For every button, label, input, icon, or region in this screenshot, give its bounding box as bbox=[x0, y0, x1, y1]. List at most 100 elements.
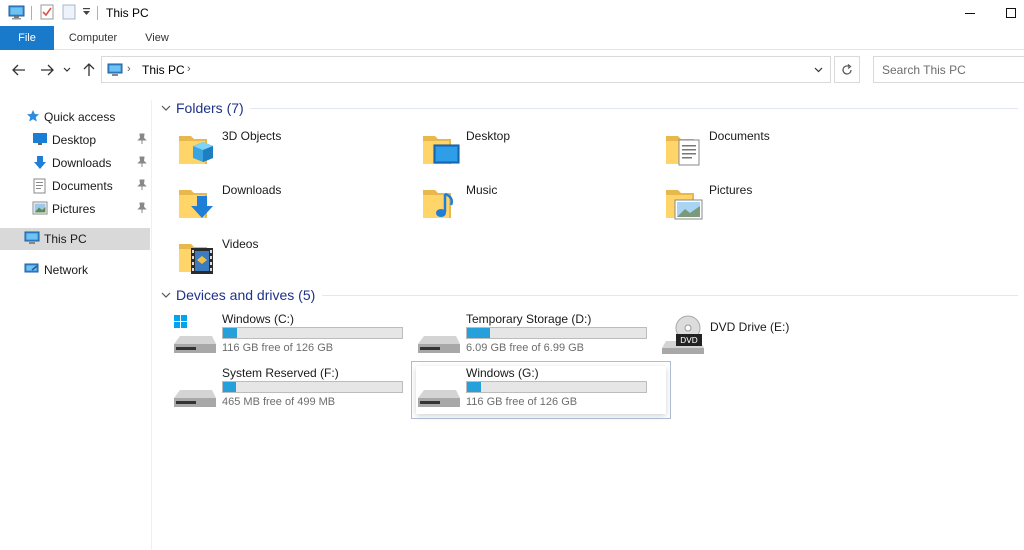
drive-usage-fill bbox=[223, 382, 236, 392]
this-pc-icon bbox=[24, 231, 40, 244]
address-bar[interactable]: › This PC › bbox=[101, 56, 831, 83]
chevron-down-icon bbox=[161, 292, 171, 298]
folder-desktop[interactable]: Desktop bbox=[421, 128, 641, 178]
section-title: Devices and drives (5) bbox=[176, 287, 316, 303]
drive-usage-bar bbox=[466, 381, 647, 393]
tab-view[interactable]: View bbox=[136, 26, 178, 50]
drive-temporary-storage-d[interactable]: Temporary Storage (D:) 6.09 GB free of 6… bbox=[416, 312, 666, 360]
drive-free-space: 465 MB free of 499 MB bbox=[222, 396, 336, 408]
drive-usage-fill bbox=[467, 328, 491, 338]
drive-windows-c[interactable]: Windows (C:) 116 GB free of 126 GB bbox=[172, 312, 422, 360]
navigation-row: › This PC › Search This PC bbox=[0, 56, 1024, 84]
address-dropdown-button[interactable] bbox=[806, 56, 830, 83]
sidebar-item-network[interactable]: Network bbox=[0, 259, 150, 281]
network-icon bbox=[24, 263, 39, 273]
drive-usage-fill bbox=[467, 382, 482, 392]
breadcrumb-this-pc[interactable]: This PC bbox=[142, 63, 185, 77]
title-bar: This PC bbox=[0, 0, 1024, 26]
drive-dvd-e[interactable]: DVD DVD Drive (E:) bbox=[660, 312, 910, 360]
tab-file[interactable]: File bbox=[0, 26, 54, 50]
download-arrow-icon bbox=[34, 156, 46, 169]
folder-name: Desktop bbox=[466, 129, 511, 143]
chevron-down-icon bbox=[63, 67, 71, 72]
forward-arrow-icon bbox=[41, 64, 54, 76]
forward-button[interactable] bbox=[38, 60, 56, 80]
sidebar-item-quick-access[interactable]: Quick access bbox=[0, 106, 150, 128]
videos-folder-icon bbox=[179, 244, 213, 274]
minimize-button[interactable] bbox=[956, 2, 984, 24]
customize-toolbar-icon[interactable] bbox=[82, 8, 91, 17]
drive-free-space: 6.09 GB free of 6.99 GB bbox=[466, 342, 585, 354]
chevron-down-icon bbox=[814, 67, 822, 72]
drive-usage-bar bbox=[222, 327, 403, 339]
music-folder-icon bbox=[423, 190, 453, 218]
pictures-folder-icon bbox=[666, 190, 703, 220]
sidebar-item-label: Pictures bbox=[52, 202, 96, 216]
drive-free-space: 116 GB free of 126 GB bbox=[466, 396, 578, 408]
drive-windows-g[interactable]: Windows (G:) 116 GB free of 126 GB bbox=[411, 361, 671, 419]
breadcrumb-chevron-icon[interactable]: › bbox=[127, 63, 131, 75]
sidebar-item-desktop[interactable]: Desktop bbox=[0, 129, 150, 151]
document-icon bbox=[33, 178, 46, 194]
chevron-down-icon bbox=[161, 105, 171, 111]
folder-downloads[interactable]: Downloads bbox=[177, 182, 397, 232]
section-divider bbox=[250, 108, 1018, 109]
pin-icon[interactable] bbox=[137, 133, 147, 145]
ribbon-tabs: File Computer View bbox=[0, 26, 1024, 50]
drive-name: System Reserved (F:) bbox=[222, 366, 339, 380]
folder-pictures[interactable]: Pictures bbox=[664, 182, 884, 232]
drive-name: Windows (C:) bbox=[222, 312, 295, 326]
hard-drive-icon bbox=[418, 390, 460, 407]
sidebar-item-documents[interactable]: Documents bbox=[0, 175, 150, 197]
windows-drive-icon bbox=[174, 315, 216, 353]
drive-name: Temporary Storage (D:) bbox=[466, 312, 592, 326]
drive-system-reserved-f[interactable]: System Reserved (F:) 465 MB free of 499 … bbox=[172, 366, 422, 414]
new-folder-icon[interactable] bbox=[62, 4, 76, 20]
sidebar-item-label: Documents bbox=[52, 179, 113, 193]
folder-name: Documents bbox=[709, 129, 770, 143]
folder-documents[interactable]: Documents bbox=[664, 128, 884, 178]
section-header-folders[interactable]: Folders (7) bbox=[160, 98, 244, 118]
back-button[interactable] bbox=[10, 60, 28, 80]
this-pc-icon bbox=[107, 63, 123, 76]
dvd-drive-icon: DVD bbox=[662, 315, 704, 354]
maximize-button[interactable] bbox=[997, 2, 1024, 24]
minimize-icon bbox=[965, 13, 975, 14]
pin-icon[interactable] bbox=[137, 156, 147, 168]
sidebar-item-this-pc[interactable]: This PC bbox=[0, 228, 150, 250]
drive-usage-fill bbox=[223, 328, 238, 338]
sidebar-item-label: Downloads bbox=[52, 156, 112, 170]
folder-name: Downloads bbox=[222, 183, 282, 197]
recent-locations-button[interactable] bbox=[61, 60, 73, 80]
drive-name: DVD Drive (E:) bbox=[710, 320, 790, 334]
search-input[interactable]: Search This PC bbox=[873, 56, 1024, 83]
drive-usage-bar bbox=[222, 381, 403, 393]
up-arrow-icon bbox=[83, 63, 95, 76]
hard-drive-icon bbox=[174, 390, 216, 407]
section-title: Folders (7) bbox=[176, 100, 244, 116]
folder-videos[interactable]: Videos bbox=[177, 236, 397, 286]
section-header-drives[interactable]: Devices and drives (5) bbox=[160, 285, 315, 305]
pin-icon[interactable] bbox=[137, 179, 147, 191]
sidebar-item-label: This PC bbox=[44, 232, 87, 246]
drive-name: Windows (G:) bbox=[466, 366, 539, 380]
sidebar-item-label: Quick access bbox=[44, 110, 116, 124]
pin-icon[interactable] bbox=[137, 202, 147, 214]
sidebar-item-label: Network bbox=[44, 263, 89, 277]
section-divider bbox=[322, 295, 1018, 296]
sidebar-item-pictures[interactable]: Pictures bbox=[0, 198, 150, 220]
drive-usage-bar bbox=[466, 327, 647, 339]
properties-icon[interactable] bbox=[40, 4, 54, 20]
this-pc-icon bbox=[8, 5, 25, 20]
breadcrumb-chevron-icon[interactable]: › bbox=[187, 63, 191, 75]
downloads-folder-icon bbox=[179, 190, 213, 218]
folder-3d-objects[interactable]: 3D Objects bbox=[177, 128, 397, 178]
hard-drive-icon bbox=[418, 336, 460, 353]
sidebar-item-downloads[interactable]: Downloads bbox=[0, 152, 150, 174]
folder-music[interactable]: Music bbox=[421, 182, 641, 232]
folder-name: Music bbox=[466, 183, 498, 197]
tab-computer[interactable]: Computer bbox=[60, 26, 126, 50]
desktop-folder-icon bbox=[423, 136, 460, 164]
up-button[interactable] bbox=[80, 60, 98, 80]
refresh-button[interactable] bbox=[834, 56, 860, 83]
